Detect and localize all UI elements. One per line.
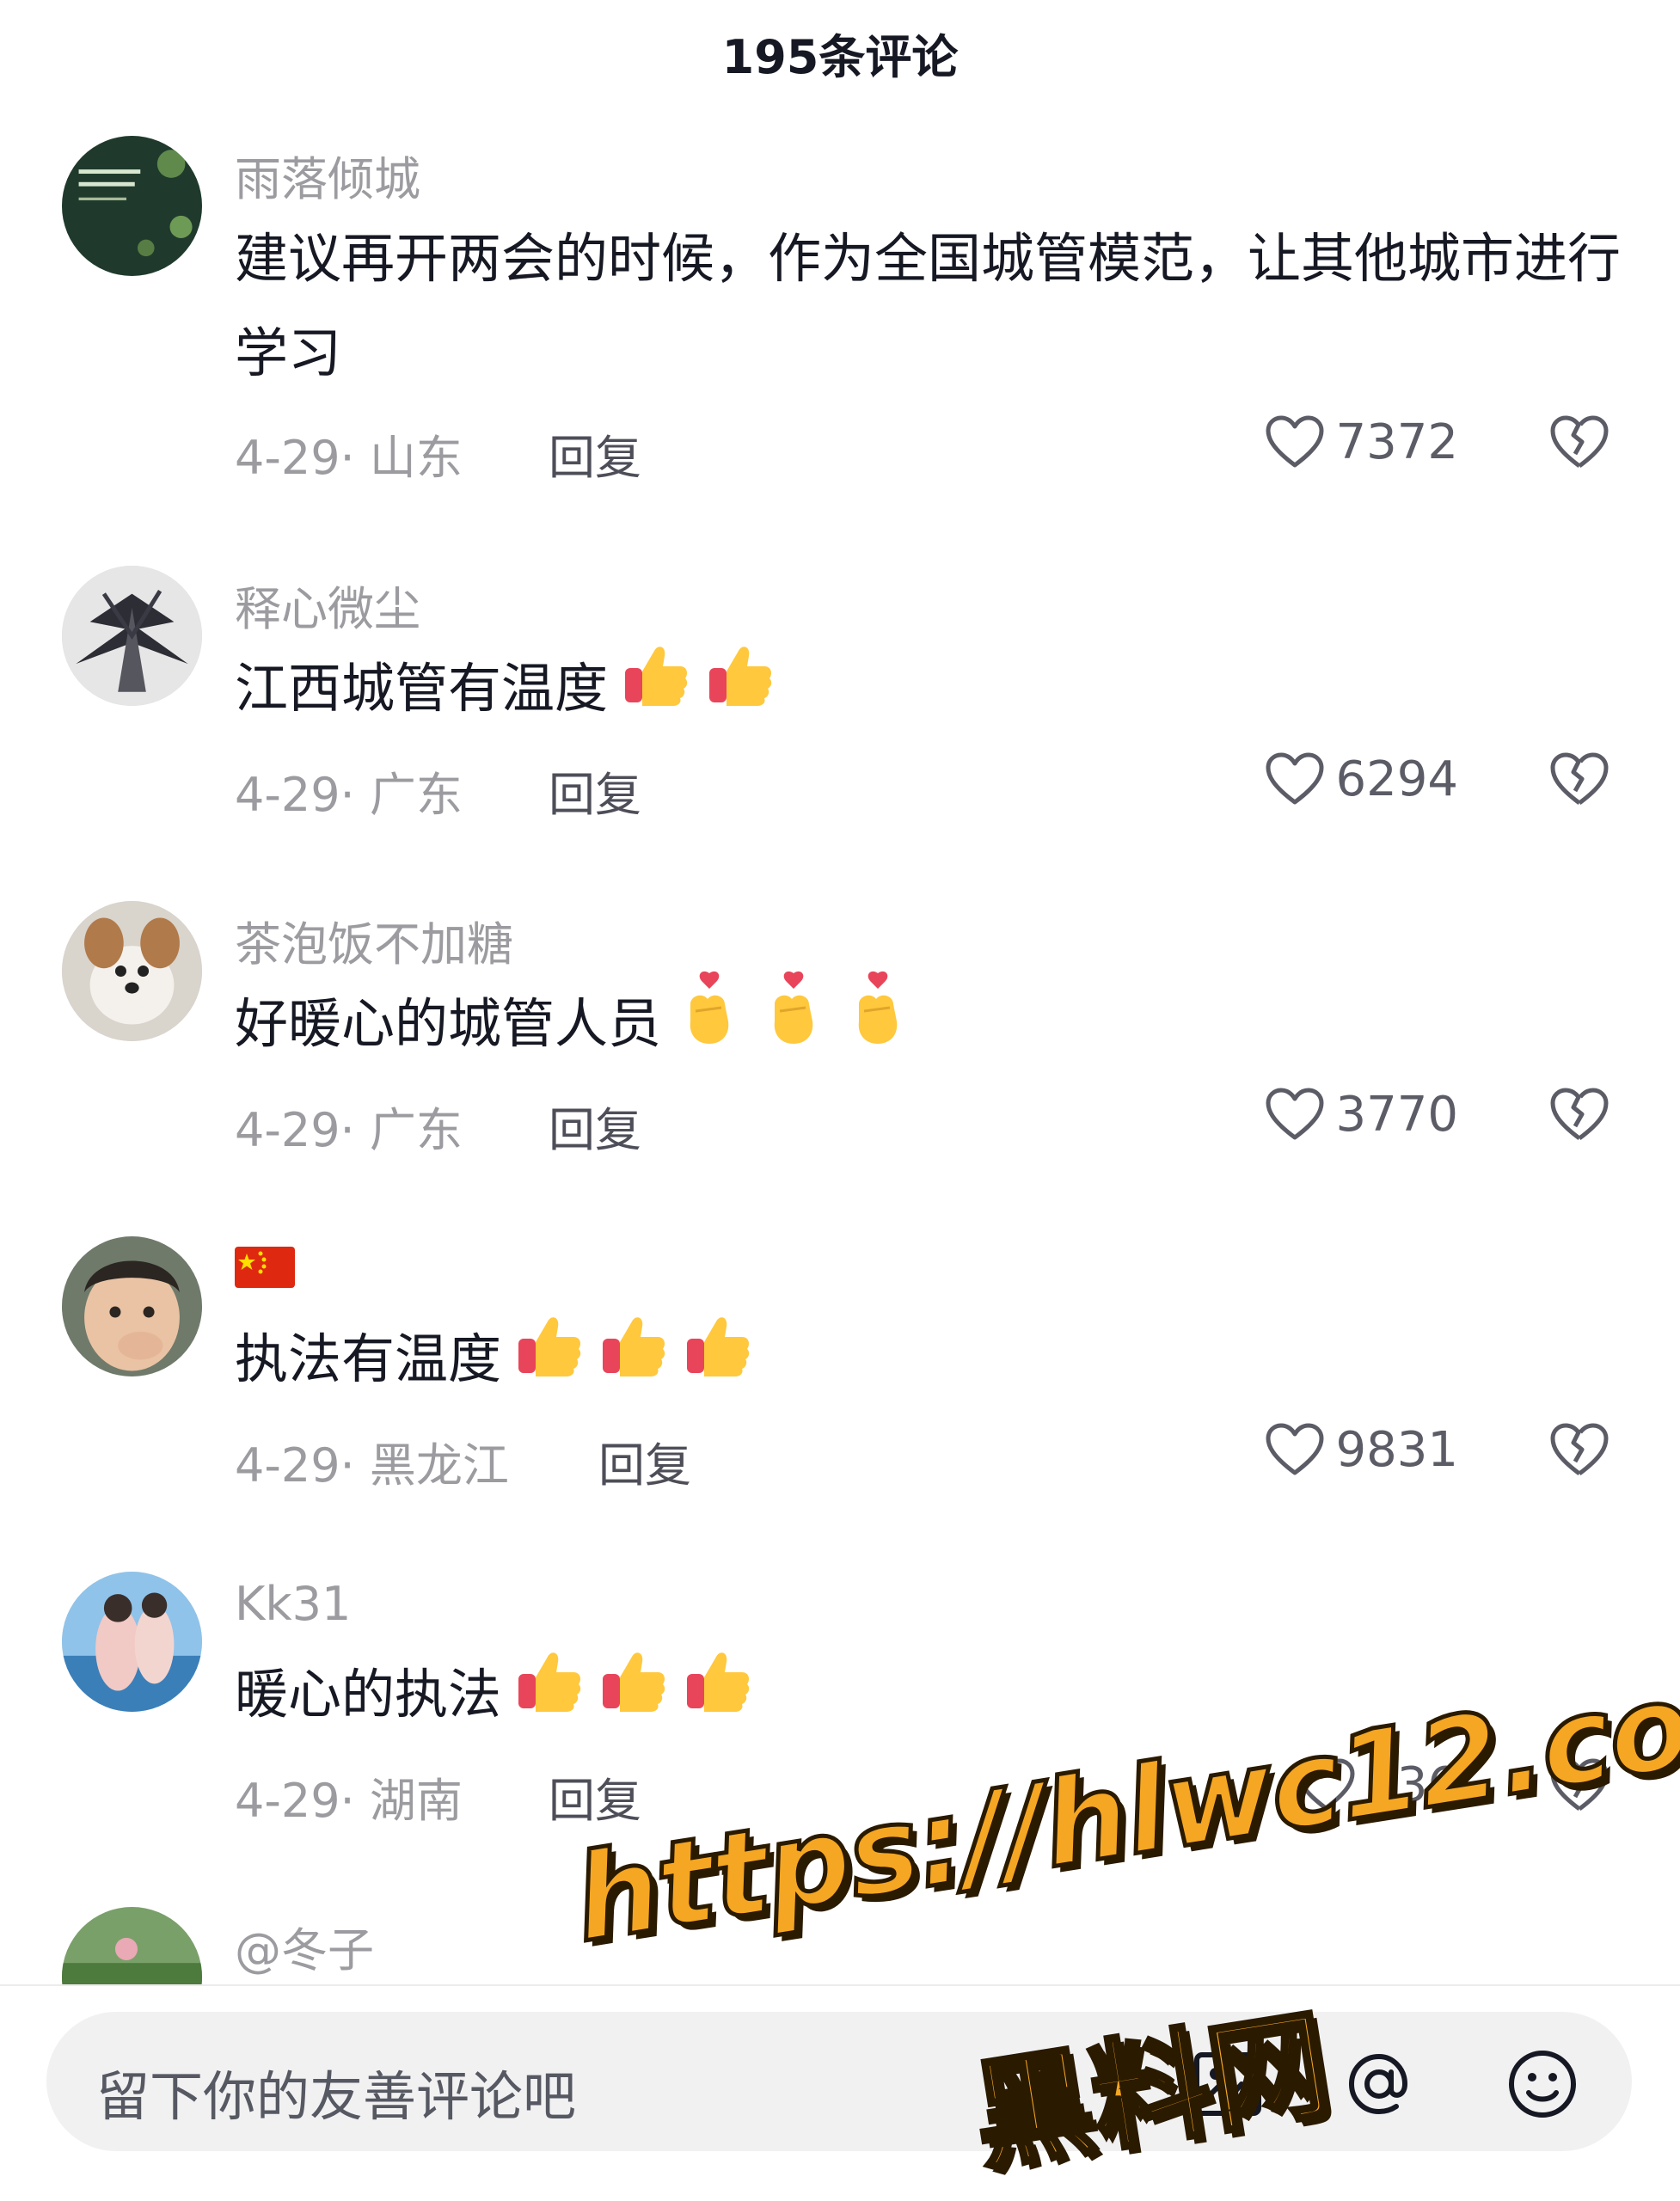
comments-header: 195条评论 [0, 0, 1680, 112]
comment-date-location: 4-29· 黑龙江 [235, 1438, 509, 1493]
thumbs-up-icon [598, 1643, 670, 1744]
like-count: 6294 [1335, 751, 1458, 807]
comment-content: 江西城管有温度 [235, 641, 1628, 739]
dislike-button[interactable] [1549, 1087, 1609, 1147]
comment-text: 暖心的执法 [235, 1663, 502, 1726]
comment-text: 执法有温度 [235, 1327, 502, 1390]
at-icon[interactable] [1341, 2046, 1417, 2122]
like-button[interactable]: 9831 [1265, 1422, 1458, 1478]
input-divider [0, 1984, 1680, 1986]
comment-text: 建议再开两会的时候，作为全国城管模范，让其他城市进行学习 [235, 227, 1622, 384]
comment-date-location: 4-29· 广东 [235, 768, 463, 822]
finger-heart-icon [842, 970, 914, 1076]
username[interactable]: @冬子 [235, 1912, 374, 1980]
user-avatar[interactable] [62, 136, 202, 276]
broken-heart-icon [1550, 752, 1609, 806]
reply-button[interactable]: 回复 [549, 1763, 641, 1830]
user-avatar[interactable] [62, 1907, 202, 1984]
username[interactable]: 释心微尘 [235, 571, 420, 639]
comment-text: 江西城管有温度 [235, 657, 609, 720]
heart-icon [1266, 415, 1324, 467]
like-button[interactable]: 6294 [1265, 751, 1458, 807]
finger-heart-icon [757, 970, 830, 1076]
comment-date-location: 4-29· 广东 [235, 1103, 463, 1157]
broken-heart-icon [1550, 1423, 1609, 1476]
like-button[interactable]: 7372 [1265, 414, 1458, 470]
dislike-button[interactable] [1549, 414, 1609, 475]
heart-icon [1266, 1423, 1324, 1474]
comment-date-location: 4-29· 湖南 [235, 1774, 463, 1828]
china-flag-icon [235, 1247, 295, 1288]
reply-button[interactable]: 回复 [549, 757, 641, 825]
comment-content: 好暖心的城管人员 [235, 971, 1628, 1076]
like-button[interactable]: 3770 [1265, 1087, 1458, 1143]
broken-heart-icon [1550, 415, 1609, 469]
thumbs-up-icon [620, 637, 692, 739]
finger-heart-icon [673, 970, 745, 1076]
like-button[interactable]: 836 [1296, 1757, 1458, 1813]
broken-heart-icon [1550, 1088, 1609, 1141]
user-avatar[interactable] [62, 901, 202, 1041]
comment-input-bar[interactable]: 留下你的友善评论吧 [46, 2012, 1632, 2151]
username[interactable] [235, 1242, 295, 1299]
username[interactable]: Kk31 [235, 1577, 351, 1631]
comment-item: @冬子 [0, 1907, 1680, 1984]
reply-button[interactable]: 回复 [549, 1092, 641, 1160]
like-count: 7372 [1335, 414, 1458, 470]
user-avatar[interactable] [62, 1236, 202, 1376]
reply-button[interactable]: 回复 [549, 420, 641, 487]
dislike-button[interactable] [1549, 1422, 1609, 1482]
heart-icon [1266, 1088, 1324, 1139]
heart-icon [1266, 752, 1324, 804]
image-icon[interactable] [1190, 2046, 1266, 2122]
broken-heart-icon [1550, 1758, 1609, 1812]
like-count: 9831 [1335, 1422, 1458, 1478]
emoji-icon[interactable] [1505, 2046, 1580, 2122]
comments-count-title: 195条评论 [721, 29, 959, 84]
thumbs-up-icon [704, 637, 776, 739]
thumbs-up-icon [682, 1308, 754, 1409]
comment-date-location: 4-29· 山东 [235, 431, 463, 485]
heart-icon [1297, 1758, 1355, 1810]
comment-content: 暖心的执法 [235, 1647, 1628, 1744]
thumbs-up-icon [682, 1643, 754, 1744]
dislike-button[interactable] [1549, 1757, 1609, 1818]
username[interactable]: 雨落倾城 [235, 141, 420, 209]
like-count: 836 [1366, 1757, 1458, 1813]
thumbs-up-icon [598, 1308, 670, 1409]
user-avatar[interactable] [62, 1572, 202, 1712]
user-avatar[interactable] [62, 566, 202, 706]
comment-input-placeholder[interactable]: 留下你的友善评论吧 [96, 2053, 576, 2130]
reply-button[interactable]: 回复 [598, 1427, 691, 1495]
username[interactable]: 茶泡饭不加糖 [235, 906, 513, 974]
dislike-button[interactable] [1549, 751, 1609, 812]
like-count: 3770 [1335, 1087, 1458, 1143]
thumbs-up-icon [513, 1308, 586, 1409]
comment-content: 执法有温度 [235, 1312, 1628, 1409]
thumbs-up-icon [513, 1643, 586, 1744]
comment-text: 好暖心的城管人员 [235, 992, 662, 1055]
